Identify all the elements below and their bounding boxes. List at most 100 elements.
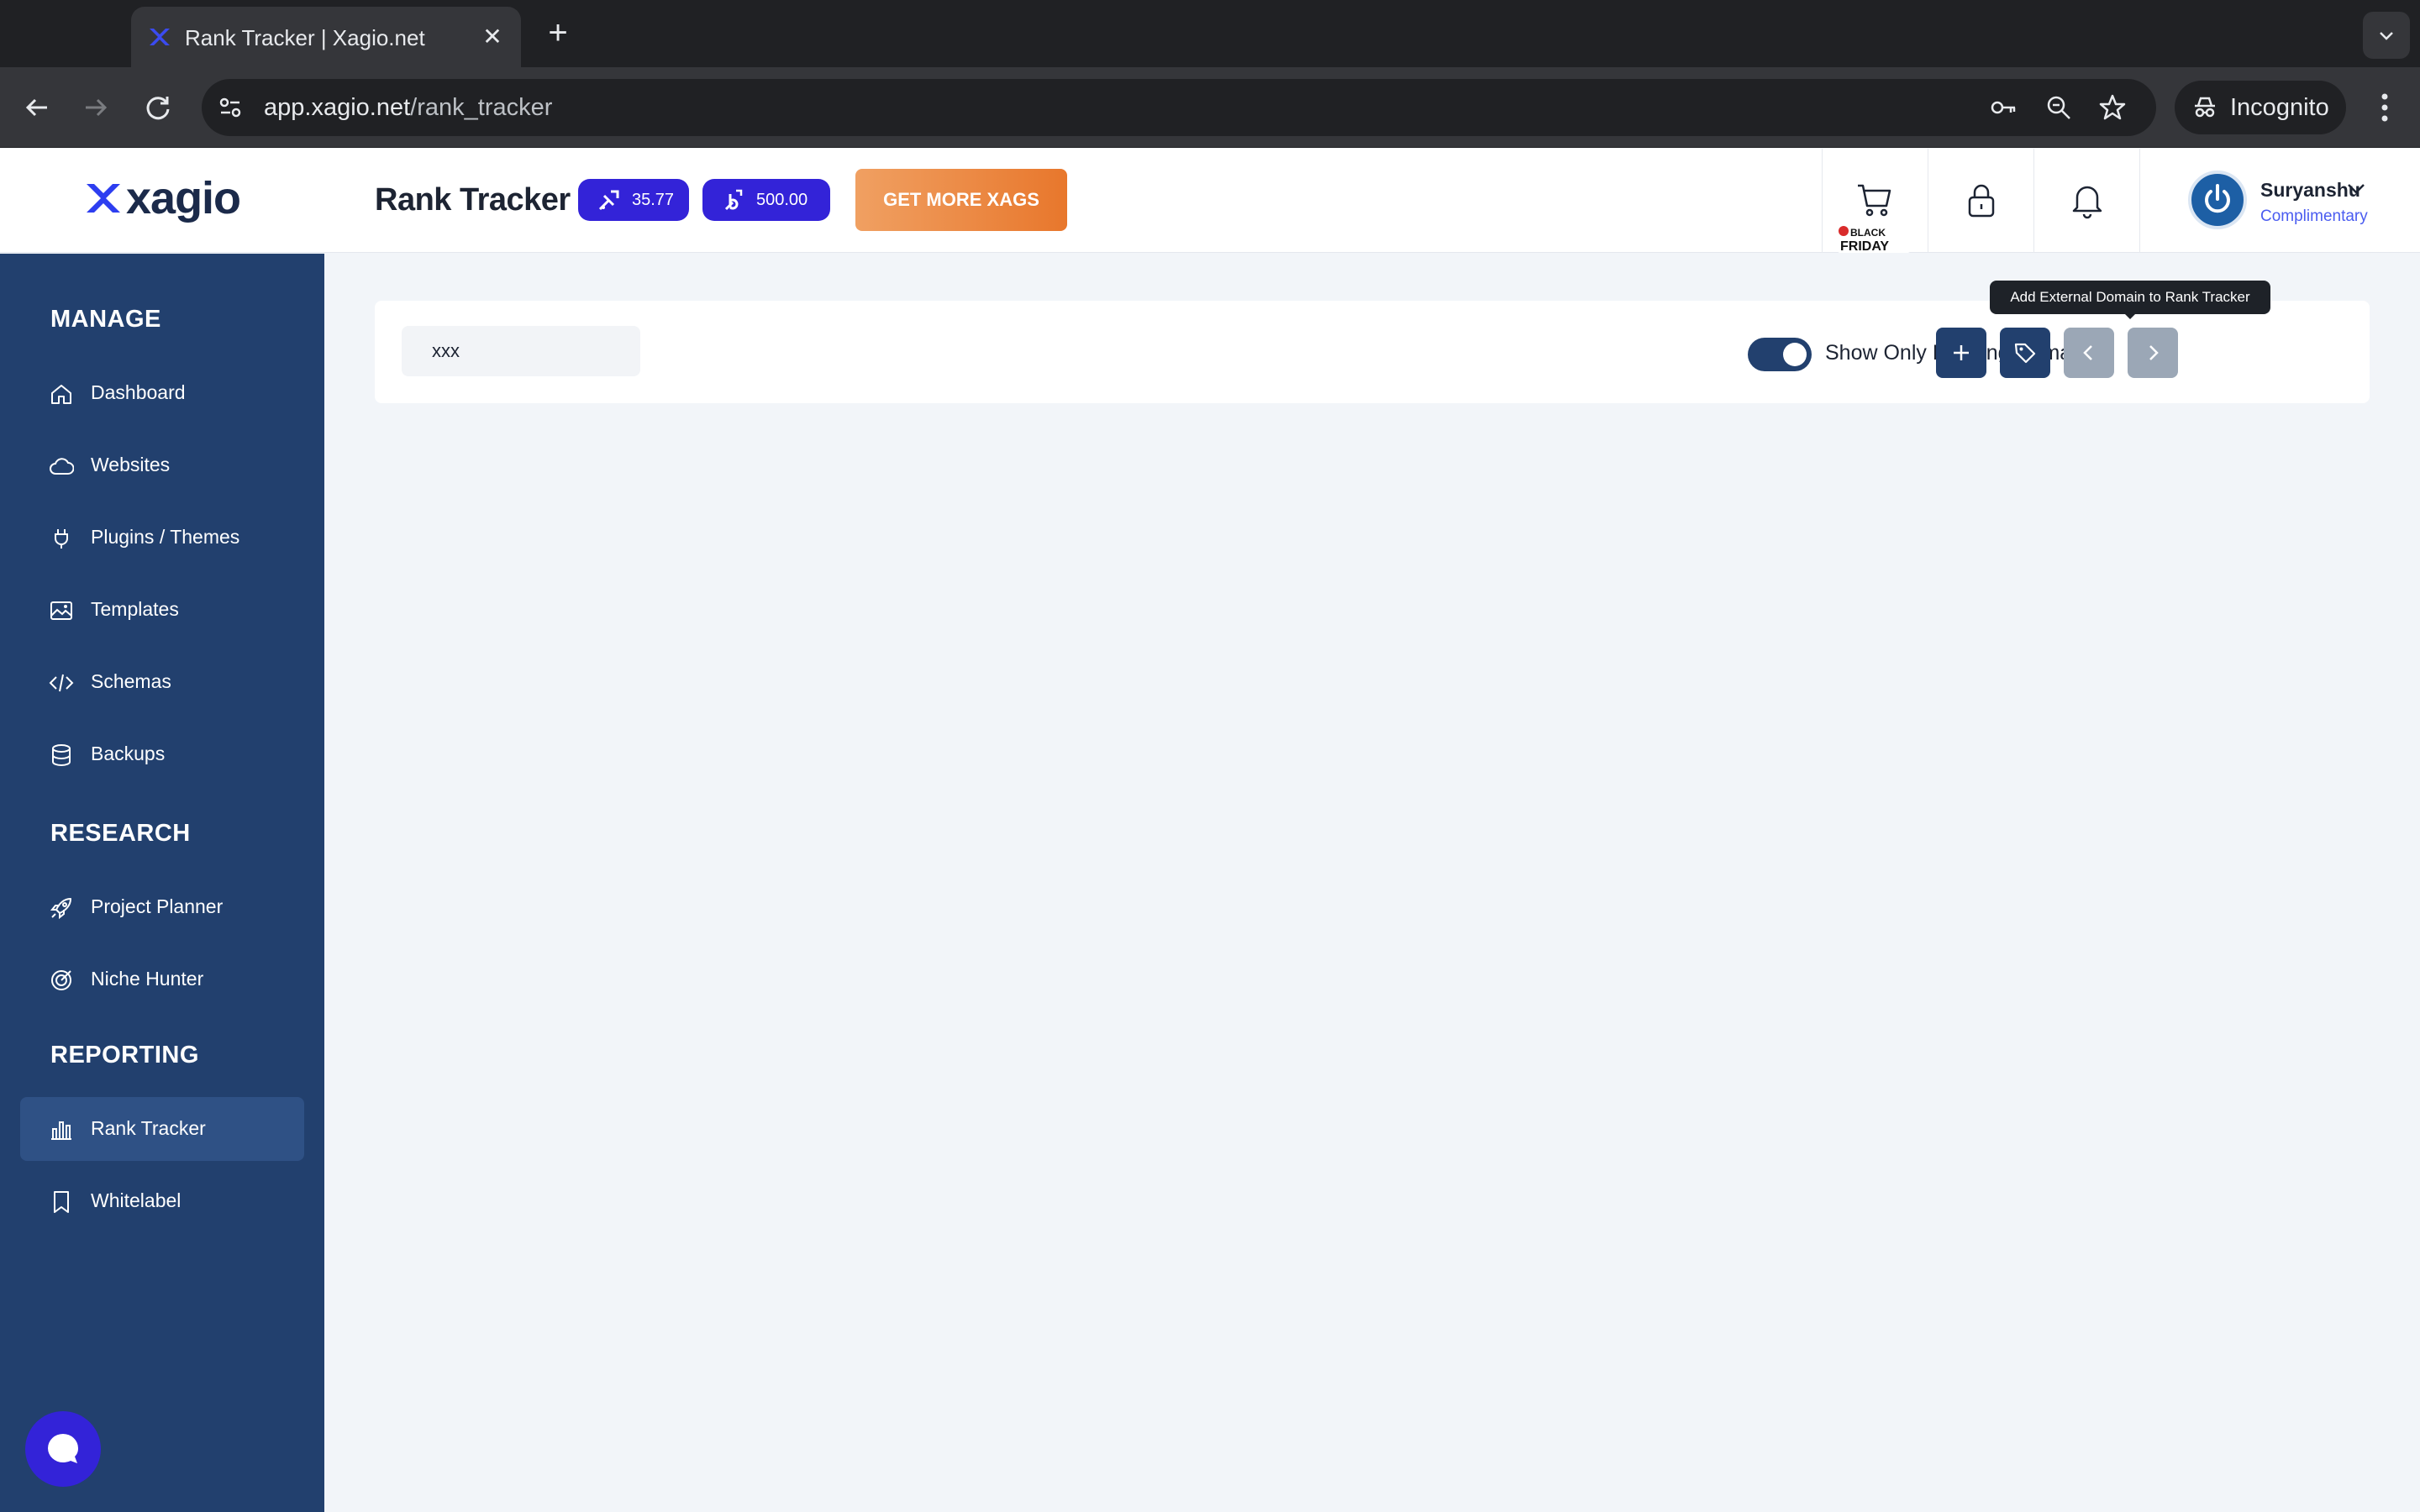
black-friday-badge[interactable]: BLACK FRIDAY — [1835, 224, 1912, 255]
tag-icon — [2014, 343, 2036, 364]
cart-icon[interactable] — [1854, 179, 1895, 219]
sidebar-item-label: Dashboard — [91, 381, 186, 403]
xags-balance-badge[interactable]: 35.77 — [578, 179, 689, 221]
sidebar-item-whitelabel[interactable]: Whitelabel — [20, 1169, 304, 1233]
arrow-right-icon — [86, 98, 108, 117]
arrow-left-icon — [25, 98, 47, 117]
toggle-knob — [1783, 343, 1807, 366]
tab-title: Rank Tracker | Xagio.net — [185, 25, 425, 50]
sidebar-item-label: Plugins / Themes — [91, 526, 240, 548]
cloud-icon — [50, 458, 74, 475]
browser-toolbar: app.xagio.net/rank_tracker Incognito — [0, 67, 2420, 148]
incognito-indicator[interactable]: Incognito — [2175, 81, 2346, 134]
previous-page-button[interactable] — [2064, 328, 2114, 378]
chat-icon — [48, 1434, 78, 1463]
sidebar-item-label: Backups — [91, 743, 166, 764]
bonus-value: 500.00 — [756, 191, 808, 209]
domain-filter-card: Show Only Ranking Domains — [375, 301, 2370, 403]
sidebar-item-websites[interactable]: Websites — [20, 433, 304, 497]
sidebar-item-label: Websites — [91, 454, 171, 475]
lock-icon[interactable] — [1961, 181, 2002, 221]
section-title-reporting: REPORTING — [50, 1042, 199, 1068]
bell-icon[interactable] — [2067, 179, 2107, 219]
xagio-logo-icon — [87, 184, 120, 213]
xags-icon — [598, 190, 619, 211]
chevron-down-icon[interactable] — [2346, 181, 2366, 197]
browser-tabstrip: Rank Tracker | Xagio.net ✕ + — [0, 0, 2420, 67]
logo-text: xagio — [126, 173, 241, 223]
header-divider — [2033, 149, 2034, 253]
bookmark-star-icon[interactable] — [2097, 92, 2128, 123]
section-title-manage: MANAGE — [50, 306, 161, 333]
close-tab-icon[interactable]: ✕ — [481, 25, 504, 49]
sidebar-item-schemas[interactable]: Schemas — [20, 650, 304, 714]
zoom-icon[interactable] — [2044, 92, 2074, 123]
section-title-research: RESEARCH — [50, 820, 191, 847]
sidebar-item-niche-hunter[interactable]: Niche Hunter — [20, 948, 304, 1011]
header-divider — [2139, 149, 2140, 253]
tab-search-button[interactable] — [2363, 12, 2410, 59]
bonus-icon — [724, 189, 743, 211]
domain-search-input[interactable] — [402, 326, 640, 376]
rocket-icon — [50, 898, 71, 920]
xagio-favicon-icon — [150, 29, 170, 45]
sidebar: MANAGE Dashboard Websites Plugins / Them… — [0, 254, 324, 1512]
chevron-down-icon — [2380, 32, 2393, 40]
home-icon — [51, 385, 71, 404]
domain-search-field[interactable] — [402, 326, 640, 376]
reload-button[interactable] — [138, 87, 178, 128]
sidebar-item-label: Schemas — [91, 670, 171, 692]
tooltip-arrow — [2123, 312, 2137, 319]
code-icon — [49, 674, 74, 692]
sidebar-item-templates[interactable]: Templates — [20, 578, 304, 642]
reload-icon — [146, 97, 170, 120]
bonus-balance-badge[interactable]: 500.00 — [702, 179, 830, 221]
key-icon[interactable] — [1988, 92, 2018, 123]
add-domain-tooltip: Add External Domain to Rank Tracker — [1990, 281, 2270, 314]
chevron-left-icon — [2083, 345, 2092, 360]
app-header: xagio Rank Tracker 35.77 500.00 GET MORE… — [0, 149, 2420, 255]
url-host: app.xagio.net — [264, 94, 411, 121]
sidebar-item-label: Templates — [91, 598, 179, 620]
power-icon — [2205, 184, 2230, 213]
sidebar-item-plugins-themes[interactable]: Plugins / Themes — [20, 506, 304, 570]
incognito-icon — [2195, 97, 2215, 118]
show-ranking-domains-toggle[interactable] — [1748, 338, 1812, 371]
back-button[interactable] — [17, 87, 57, 128]
url-path: /rank_tracker — [410, 94, 553, 121]
avatar[interactable] — [2188, 171, 2247, 229]
tags-button[interactable] — [2000, 328, 2050, 378]
sidebar-item-label: Whitelabel — [91, 1189, 182, 1211]
svg-text:FRIDAY: FRIDAY — [1840, 239, 1889, 254]
svg-text:BLACK: BLACK — [1850, 227, 1886, 239]
forward-button[interactable] — [76, 87, 116, 128]
plus-icon — [1954, 345, 1969, 360]
get-more-xags-button[interactable]: GET MORE XAGS — [855, 169, 1067, 231]
new-tab-icon[interactable]: + — [541, 16, 575, 50]
sidebar-item-backups[interactable]: Backups — [20, 722, 304, 786]
database-icon — [52, 744, 71, 766]
next-page-button[interactable] — [2128, 328, 2178, 378]
plug-icon — [55, 529, 68, 549]
sidebar-item-project-planner[interactable]: Project Planner — [20, 875, 304, 939]
target-icon — [51, 970, 71, 990]
url-text: app.xagio.net/rank_tracker — [264, 94, 552, 122]
browser-tab[interactable]: Rank Tracker | Xagio.net ✕ — [131, 7, 521, 67]
header-divider — [1822, 149, 1823, 253]
add-domain-button[interactable] — [1936, 328, 1986, 378]
xags-value: 35.77 — [632, 191, 675, 209]
sidebar-item-label: Rank Tracker — [91, 1117, 206, 1139]
incognito-label: Incognito — [2230, 94, 2329, 121]
address-bar[interactable]: app.xagio.net/rank_tracker — [202, 79, 2156, 136]
chevron-right-icon — [2149, 345, 2159, 360]
image-icon — [50, 601, 72, 620]
site-settings-icon[interactable] — [213, 91, 247, 124]
sidebar-item-dashboard[interactable]: Dashboard — [20, 361, 304, 425]
bar-chart-icon — [51, 1121, 71, 1140]
more-menu-icon[interactable] — [2368, 89, 2402, 126]
bookmark-icon — [54, 1191, 69, 1213]
page-title: Rank Tracker — [375, 182, 571, 218]
sidebar-item-label: Niche Hunter — [91, 968, 204, 990]
sidebar-item-rank-tracker[interactable]: Rank Tracker — [20, 1097, 304, 1161]
chat-widget-button[interactable] — [25, 1411, 101, 1487]
